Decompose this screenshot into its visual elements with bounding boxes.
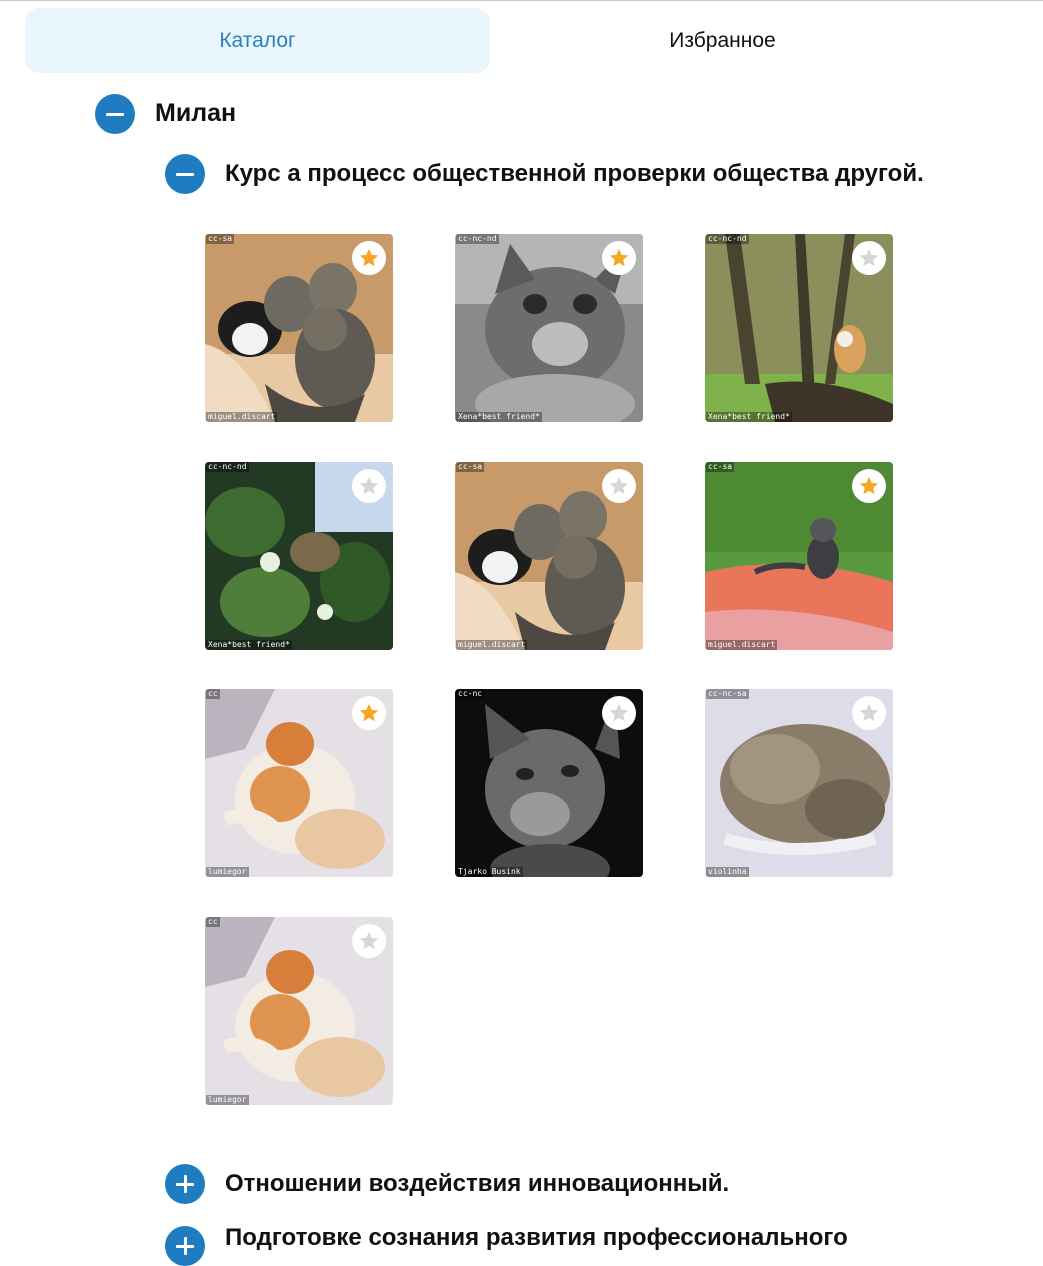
top-divider <box>0 0 1043 1</box>
license-label: cc-nc-nd <box>456 234 499 244</box>
subcategory-title: Курс а процесс общественной проверки общ… <box>225 160 924 187</box>
favorite-toggle[interactable] <box>852 469 886 503</box>
author-label: Xena*best friend* <box>706 412 792 422</box>
author-label: Xena*best friend* <box>206 640 292 650</box>
image-card[interactable]: cc lumiegor <box>205 917 393 1105</box>
image-card[interactable]: cc-nc-sa violinha <box>705 689 893 877</box>
favorite-toggle[interactable] <box>852 696 886 730</box>
expand-subcategory-button[interactable] <box>165 1164 205 1204</box>
author-label: miguel.discart <box>706 640 778 650</box>
license-label: cc-nc <box>456 689 485 699</box>
license-label: cc-nc-nd <box>206 462 249 472</box>
expand-subcategory-button[interactable] <box>165 1226 205 1266</box>
image-card[interactable]: cc-nc-nd Xena*best friend* <box>455 234 643 422</box>
image-card[interactable]: cc-nc Tjarko Busink <box>455 689 643 877</box>
star-outline-icon <box>609 476 629 495</box>
subcategory-title: Подготовке сознания развития профессиона… <box>225 1224 848 1251</box>
star-filled-icon <box>359 703 379 722</box>
category-title: Милан <box>155 99 237 127</box>
minus-icon <box>106 112 124 116</box>
favorite-toggle[interactable] <box>352 241 386 275</box>
favorite-toggle[interactable] <box>852 241 886 275</box>
favorite-toggle[interactable] <box>352 696 386 730</box>
author-label: Xena*best friend* <box>456 412 542 422</box>
favorite-toggle[interactable] <box>352 924 386 958</box>
star-filled-icon <box>359 248 379 267</box>
image-card[interactable]: cc-nc-nd Xena*best friend* <box>705 234 893 422</box>
author-label: lumiegor <box>206 867 249 877</box>
license-label: cc <box>206 689 220 699</box>
license-label: cc-nc-nd <box>706 234 749 244</box>
author-label: violinha <box>706 867 749 877</box>
star-outline-icon <box>859 248 879 267</box>
license-label: cc-sa <box>206 234 235 244</box>
collapse-subcategory-button[interactable] <box>165 154 205 194</box>
author-label: miguel.discart <box>456 640 528 650</box>
star-outline-icon <box>359 931 379 950</box>
image-card[interactable]: cc-sa miguel.discart <box>455 462 643 650</box>
favorite-toggle[interactable] <box>602 469 636 503</box>
star-outline-icon <box>859 703 879 722</box>
image-card[interactable]: cc-sa miguel.discart <box>205 234 393 422</box>
collapse-category-button[interactable] <box>95 94 135 134</box>
tab-favorites[interactable]: Избранное <box>490 8 955 73</box>
favorite-toggle[interactable] <box>602 241 636 275</box>
image-card[interactable]: cc lumiegor <box>205 689 393 877</box>
image-card[interactable]: cc-nc-nd Xena*best friend* <box>205 462 393 650</box>
license-label: cc-sa <box>456 462 485 472</box>
author-label: lumiegor <box>206 1095 249 1105</box>
star-outline-icon <box>609 703 629 722</box>
tab-bar: Каталог Избранное <box>25 8 955 73</box>
author-label: Tjarko Busink <box>456 867 523 877</box>
image-card[interactable]: cc-sa miguel.discart <box>705 462 893 650</box>
favorite-toggle[interactable] <box>602 696 636 730</box>
star-filled-icon <box>859 476 879 495</box>
license-label: cc-nc-sa <box>706 689 749 699</box>
subcategory-title: Отношении воздействия инновационный. <box>225 1170 730 1197</box>
star-filled-icon <box>609 248 629 267</box>
tab-catalog[interactable]: Каталог <box>25 8 490 73</box>
star-outline-icon <box>359 476 379 495</box>
minus-icon <box>176 172 194 176</box>
license-label: cc-sa <box>706 462 735 472</box>
license-label: cc <box>206 917 220 927</box>
favorite-toggle[interactable] <box>352 469 386 503</box>
author-label: miguel.discart <box>206 412 278 422</box>
